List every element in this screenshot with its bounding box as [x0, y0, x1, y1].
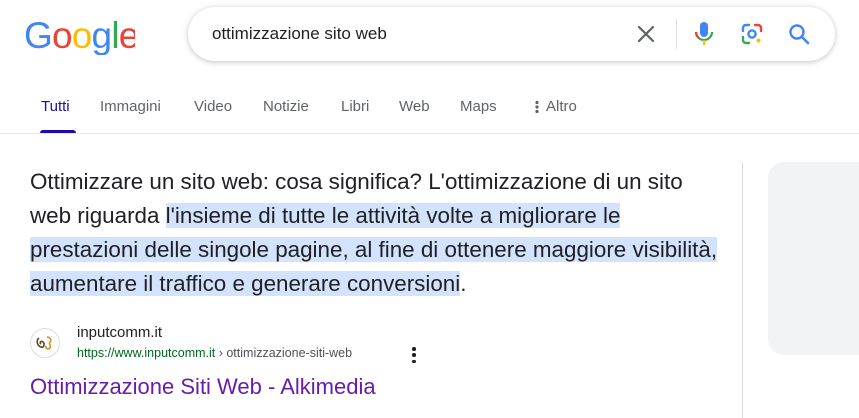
active-tab-indicator	[40, 130, 76, 133]
tab-immagini[interactable]: Immagini	[100, 98, 161, 115]
search-box[interactable]	[188, 7, 835, 61]
close-icon[interactable]	[632, 20, 660, 48]
tab-altro-label: Altro	[546, 98, 577, 115]
side-panel-card	[768, 162, 859, 355]
logo-letter-g2: g	[92, 17, 112, 55]
site-name: inputcomm.it	[77, 324, 163, 341]
microphone-icon[interactable]	[690, 20, 718, 48]
logo-letter-g: G	[24, 17, 52, 55]
logo-letter-l: l	[111, 17, 118, 55]
search-divider	[676, 19, 677, 49]
lens-camera-icon[interactable]	[738, 20, 766, 48]
tab-libri[interactable]: Libri	[341, 98, 369, 115]
featured-snippet: Ottimizzare un sito web: cosa significa?…	[30, 165, 720, 301]
search-tabs: Tutti Immagini Video Notizie Libri Web M…	[0, 84, 859, 134]
tab-notizie[interactable]: Notizie	[263, 98, 309, 115]
tab-video[interactable]: Video	[194, 98, 232, 115]
logo-letter-e: e	[119, 17, 135, 55]
tab-web[interactable]: Web	[399, 98, 430, 115]
search-input[interactable]	[212, 7, 612, 61]
google-logo[interactable]: Google	[24, 17, 135, 55]
more-vertical-icon	[535, 100, 539, 114]
tab-maps[interactable]: Maps	[460, 98, 497, 115]
result-title-link[interactable]: Ottimizzazione Siti Web - Alkimedia	[30, 374, 376, 400]
svg-text:Google: Google	[24, 17, 135, 55]
column-divider	[742, 162, 743, 418]
site-url[interactable]: https://www.inputcomm.it › ottimizzazion…	[77, 346, 352, 360]
result-options-icon[interactable]	[408, 346, 420, 364]
search-icon[interactable]	[785, 20, 813, 48]
site-favicon[interactable]	[30, 328, 60, 358]
logo-letter-o2: o	[72, 17, 92, 55]
snippet-period: .	[460, 271, 467, 296]
tab-tutti[interactable]: Tutti	[41, 98, 70, 115]
logo-letter-o1: o	[52, 17, 72, 55]
site-url-path: › ottimizzazione-siti-web	[215, 346, 353, 360]
inputcomm-logo-icon	[36, 336, 52, 350]
site-url-domain: https://www.inputcomm.it	[77, 346, 216, 360]
tab-altro[interactable]: Altro	[534, 98, 577, 115]
